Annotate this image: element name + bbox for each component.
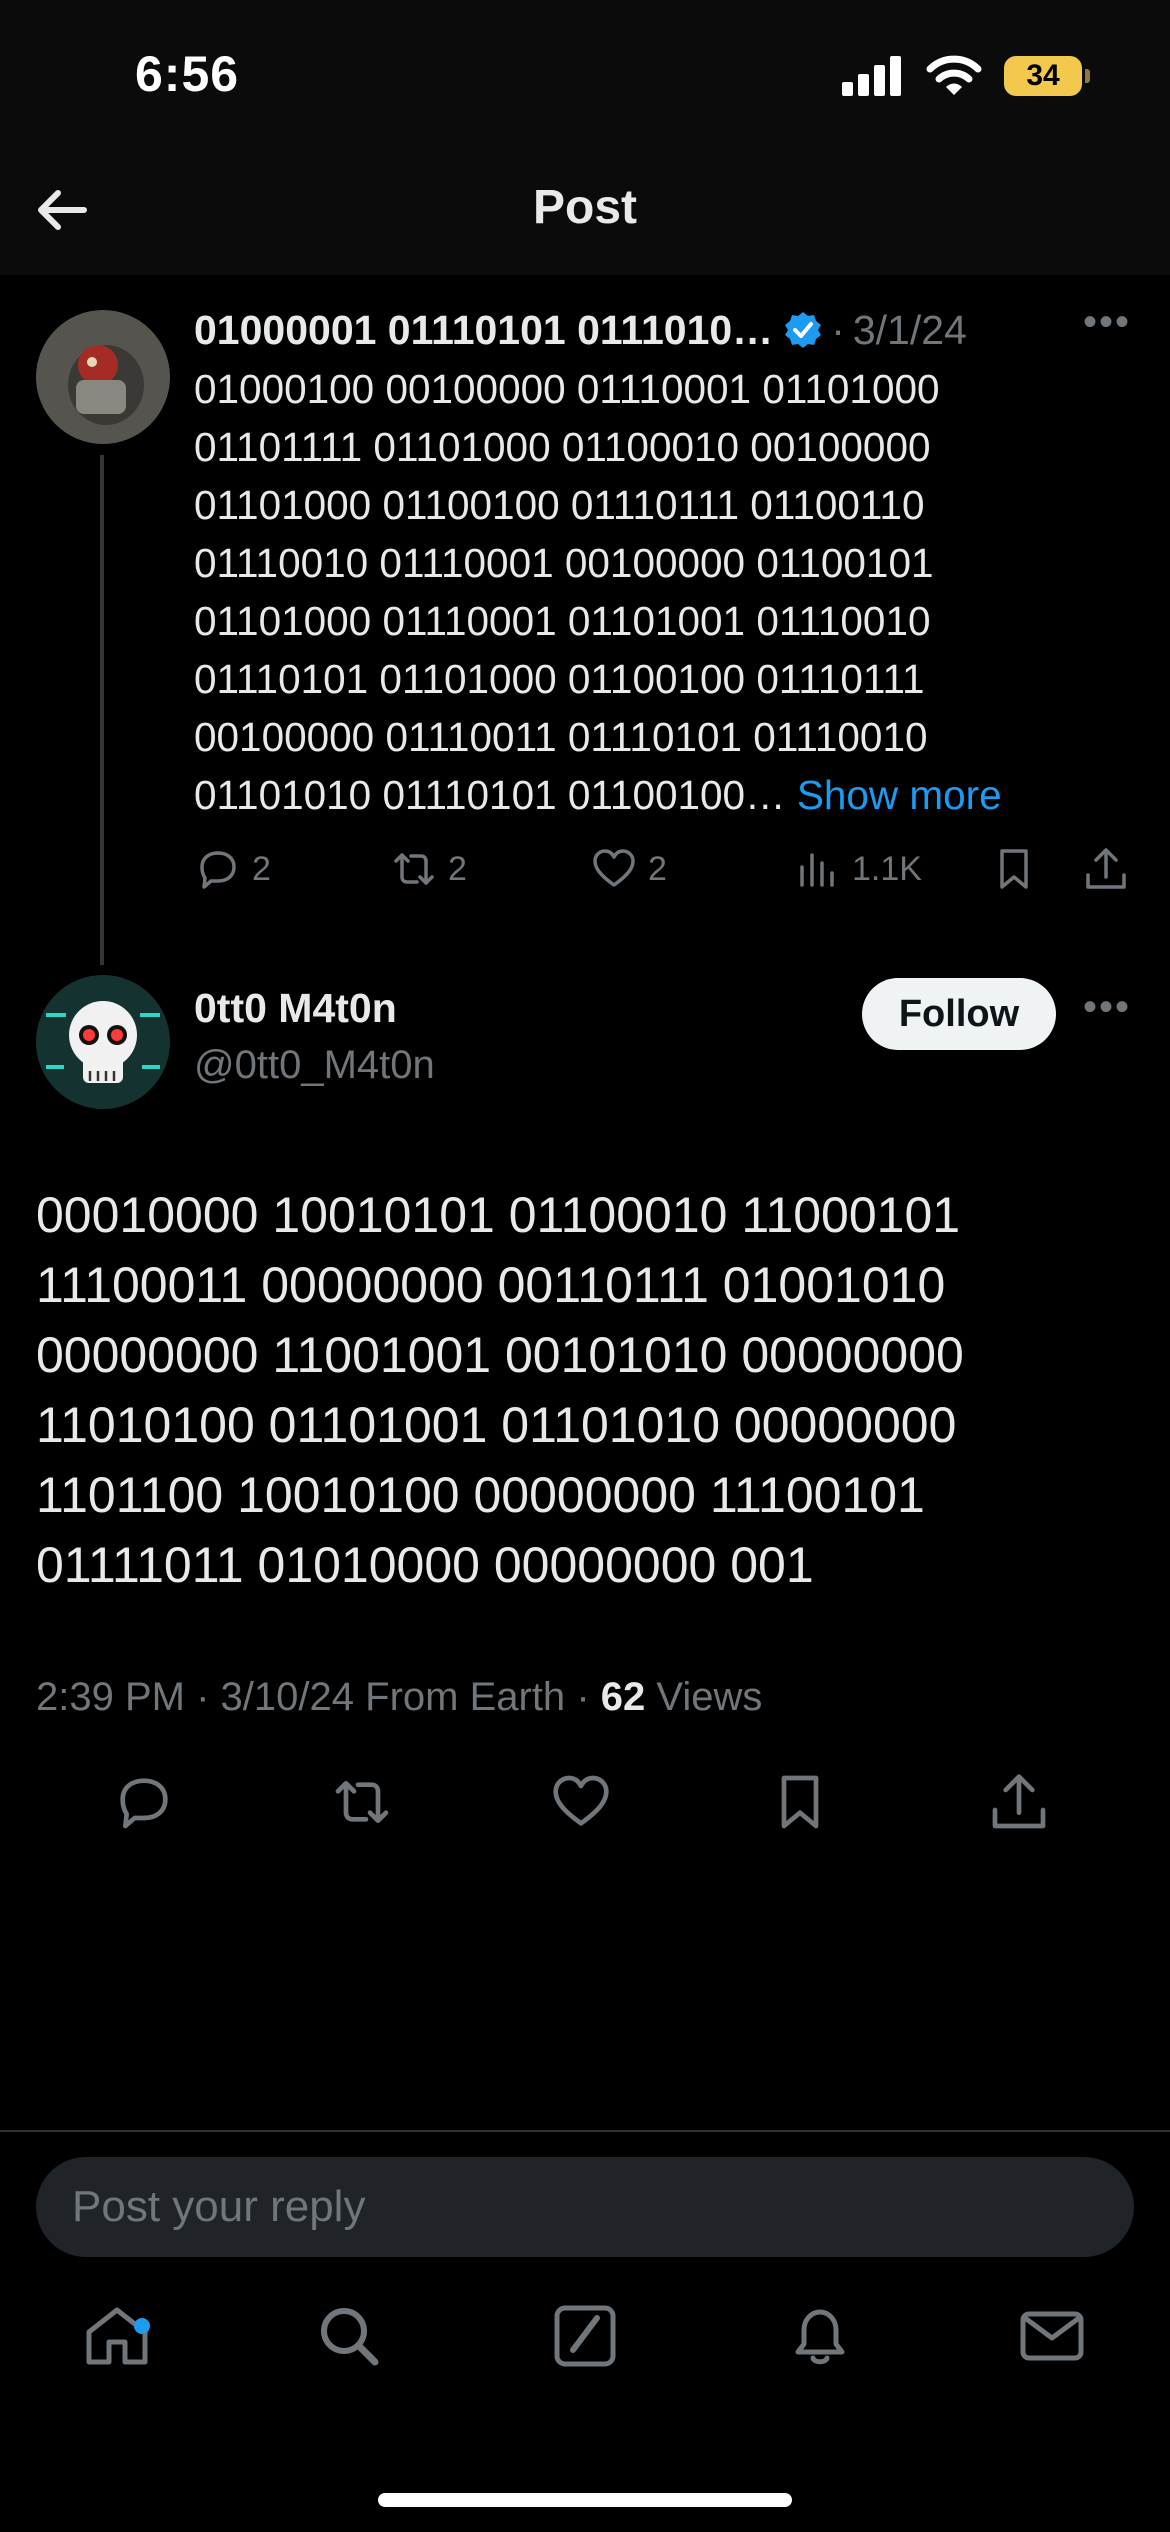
verified-badge-icon	[785, 312, 822, 348]
parent-post-date: 3/1/24	[852, 306, 967, 353]
skull-avatar-image	[36, 975, 170, 1109]
like-count: 2	[648, 849, 667, 888]
views-button[interactable]: 1.1K	[794, 845, 922, 893]
author-handle[interactable]: @0tt0_M4t0n	[194, 1043, 435, 1088]
tab-compose[interactable]	[549, 2300, 621, 2372]
home-indicator[interactable]	[378, 2493, 792, 2507]
post-source: From Earth	[365, 1675, 566, 1719]
tab-notifications[interactable]	[784, 2300, 856, 2372]
repost-button[interactable]: 2	[390, 845, 467, 893]
reply-icon[interactable]	[112, 1770, 176, 1834]
show-more-link[interactable]: Show more	[797, 772, 1002, 818]
home-notification-dot	[134, 2318, 150, 2334]
parent-post-actions: 2 2 2 1.1K	[194, 845, 1134, 901]
post-metadata: 2:39 PM · 3/10/24 From Earth · 62 Views	[36, 1675, 763, 1719]
post-date: 3/10/24	[220, 1675, 355, 1719]
post-time: 2:39 PM	[36, 1675, 185, 1719]
author-display-name[interactable]: 0tt0 M4t0n	[194, 985, 397, 1032]
page-title: Post	[532, 181, 637, 234]
bookmark-icon	[1000, 849, 1028, 889]
parent-post-header: 01000001 01110101 0111010… · 3/1/24	[194, 300, 1134, 360]
more-options-icon[interactable]: •••	[1083, 300, 1131, 345]
share-icon	[1086, 848, 1126, 889]
parent-post-text: 01000100 00100000 01110001 01101000 0110…	[194, 366, 940, 818]
reply-input[interactable]	[36, 2157, 1134, 2257]
analytics-icon	[800, 853, 834, 887]
separator-dot: ·	[831, 306, 845, 353]
cellular-signal-icon	[842, 56, 901, 96]
more-options-icon[interactable]: •••	[1083, 985, 1131, 1030]
repost-icon[interactable]	[330, 1770, 394, 1834]
heart-icon	[593, 849, 635, 887]
bookmark-icon[interactable]	[768, 1770, 832, 1834]
tab-search[interactable]	[313, 2300, 385, 2372]
views-count: 62	[600, 1675, 646, 1719]
like-button[interactable]: 2	[590, 845, 667, 893]
heart-icon[interactable]	[549, 1770, 613, 1834]
divider	[0, 2130, 1170, 2132]
parent-post-body[interactable]: 01000100 00100000 01110001 01101000 0110…	[194, 360, 1134, 824]
home-icon	[86, 2307, 148, 2365]
main-post-body: 00010000 10010101 01100010 11000101 1110…	[36, 1187, 964, 1593]
views-count: 1.1K	[852, 849, 922, 888]
bookmark-button[interactable]	[990, 845, 1038, 893]
follow-button[interactable]: Follow	[862, 978, 1056, 1050]
messages-icon	[1020, 2311, 1084, 2361]
tab-home[interactable]	[81, 2300, 153, 2372]
status-time: 6:56	[135, 46, 240, 102]
status-icons: 34	[842, 55, 1090, 97]
battery-indicator: 34	[1004, 56, 1090, 96]
repost-count: 2	[448, 849, 467, 888]
avatar[interactable]	[36, 975, 170, 1109]
share-button[interactable]	[1082, 845, 1130, 893]
reply-button[interactable]: 2	[194, 845, 271, 893]
battery-level: 34	[1004, 56, 1082, 96]
bottom-tab-bar	[0, 2300, 1170, 2410]
nav-header: Post	[0, 150, 1170, 275]
main-post-actions	[0, 1770, 1170, 1840]
share-icon[interactable]	[987, 1770, 1051, 1834]
tab-messages[interactable]	[1016, 2300, 1088, 2372]
views-label: Views	[656, 1675, 763, 1719]
wifi-icon	[926, 55, 982, 95]
search-icon	[321, 2308, 379, 2366]
thread-line	[100, 455, 104, 965]
parent-display-name[interactable]: 01000001 01110101 0111010…	[194, 307, 773, 354]
reply-icon	[200, 851, 236, 889]
avatar[interactable]	[36, 310, 170, 444]
status-bar: 6:56 34	[0, 0, 1170, 150]
robot-avatar-image	[36, 310, 170, 444]
notifications-icon	[795, 2309, 845, 2365]
compose-icon	[554, 2305, 616, 2367]
repost-icon	[394, 853, 434, 885]
reply-count: 2	[252, 849, 271, 888]
